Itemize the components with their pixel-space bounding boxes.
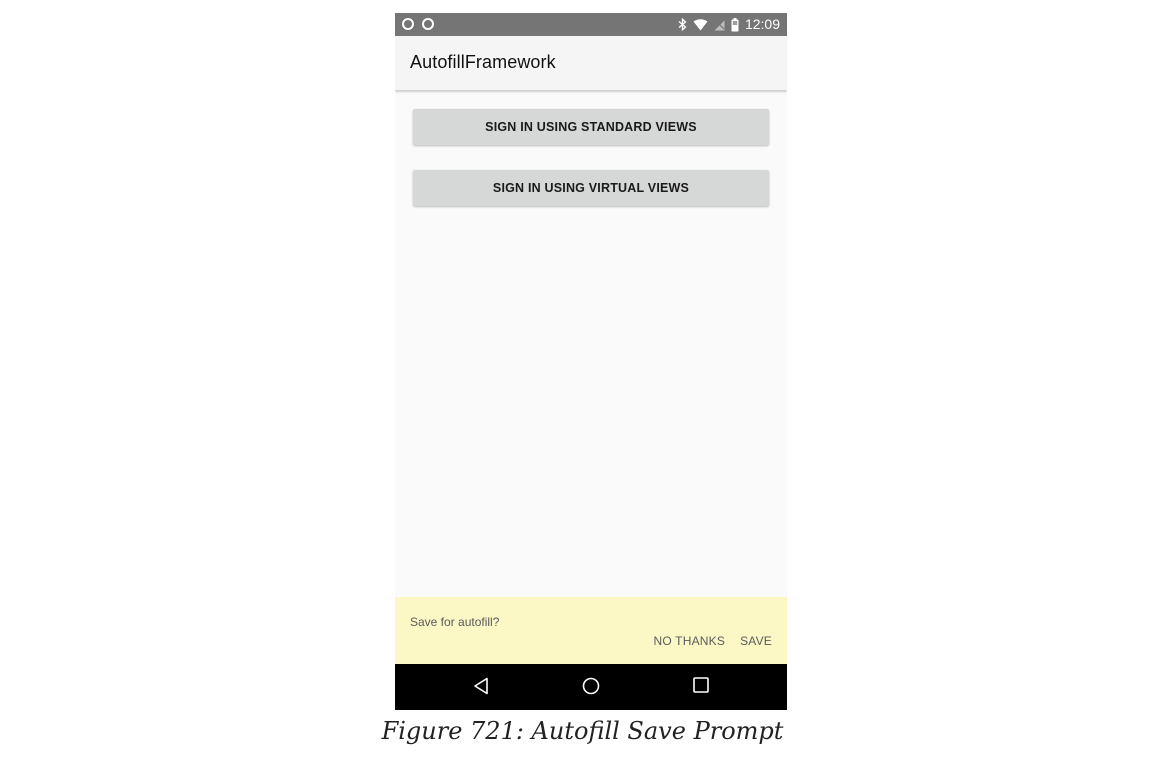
sign-in-virtual-views-button[interactable]: SIGN IN USING VIRTUAL VIEWS bbox=[413, 170, 769, 206]
figure-caption: Figure 721: Autofill Save Prompt bbox=[381, 717, 784, 745]
autofill-save-prompt: Save for autofill? NO THANKS SAVE bbox=[395, 597, 787, 664]
recents-icon[interactable] bbox=[693, 677, 709, 693]
page: 12:09 AutofillFramework SIGN IN USING ST… bbox=[0, 0, 1165, 759]
back-icon[interactable] bbox=[473, 677, 489, 695]
ring-icon bbox=[402, 18, 414, 30]
save-button[interactable]: SAVE bbox=[740, 634, 772, 648]
app-title: AutofillFramework bbox=[410, 52, 556, 72]
autofill-save-message: Save for autofill? bbox=[410, 615, 500, 629]
sign-in-standard-views-button[interactable]: SIGN IN USING STANDARD VIEWS bbox=[413, 109, 769, 145]
autofill-actions: NO THANKS SAVE bbox=[653, 634, 772, 648]
ring-icon bbox=[422, 18, 434, 30]
battery-icon bbox=[731, 17, 739, 32]
home-icon[interactable] bbox=[582, 677, 600, 695]
no-thanks-button[interactable]: NO THANKS bbox=[653, 634, 725, 648]
bluetooth-icon bbox=[678, 18, 687, 31]
no-sim-icon bbox=[714, 19, 725, 31]
app-bar: AutofillFramework bbox=[395, 36, 787, 90]
status-bar: 12:09 bbox=[395, 13, 787, 36]
status-time: 12:09 bbox=[744, 16, 780, 32]
status-system-icons: 12:09 bbox=[678, 15, 780, 34]
wifi-icon bbox=[693, 18, 708, 31]
phone-screen: 12:09 AutofillFramework SIGN IN USING ST… bbox=[395, 13, 787, 710]
navigation-bar bbox=[395, 664, 787, 710]
status-notification-icons bbox=[402, 18, 434, 30]
